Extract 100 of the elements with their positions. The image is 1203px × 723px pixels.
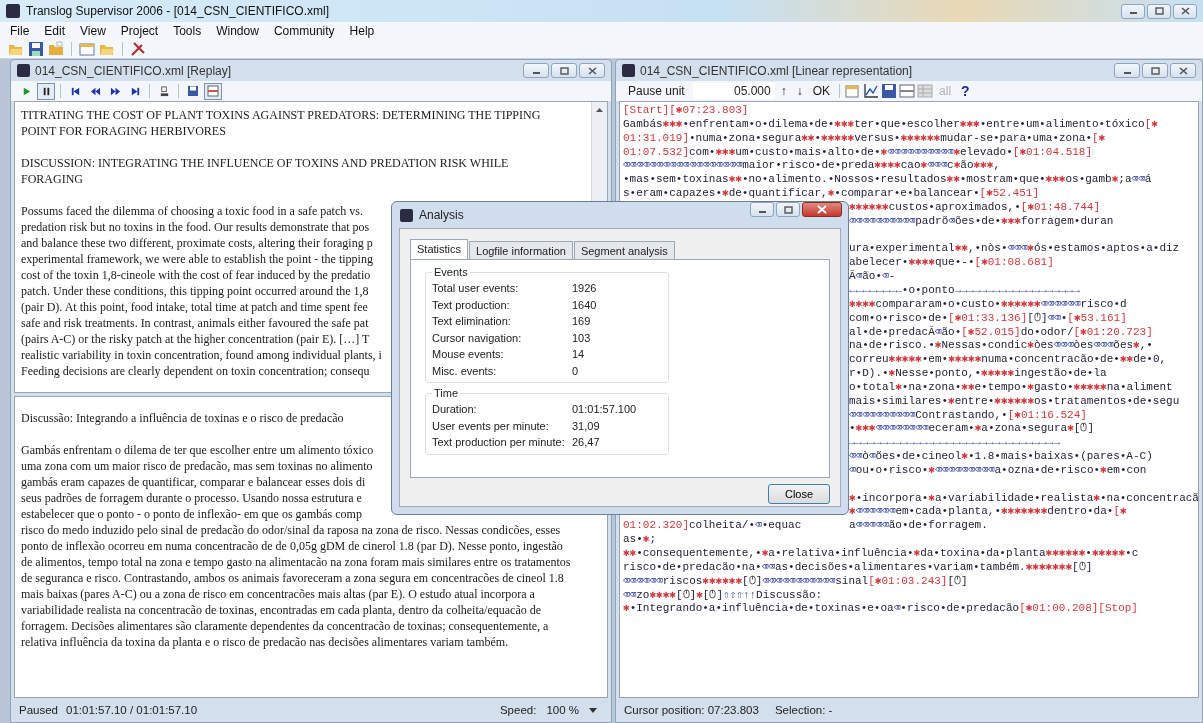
minimize-button[interactable] <box>1114 63 1140 78</box>
close-button[interactable]: Close <box>768 483 830 504</box>
stat-label: User events per minute: <box>432 419 550 432</box>
close-icon <box>1180 7 1190 15</box>
text-line: experimental framework, we were able to establish the point - the tipping <box>21 251 373 267</box>
app-logo-icon <box>622 64 635 77</box>
log-text: [ <box>1072 560 1079 573</box>
text-line: seus padrões de forragem durante o processo. Usando nossa estrutura e <box>21 490 362 506</box>
menu-item[interactable]: View <box>80 24 106 38</box>
maximize-button[interactable] <box>1147 3 1171 19</box>
maximize-icon <box>783 205 793 214</box>
log-line: ⌫ou•o•risco•✱⌫⌫⌫⌫⌫⌫⌫⌫⌫a•ozna•de•risco•✱em•con <box>849 463 1147 478</box>
log-line: correu✱✱✱✱✱•em•✱✱✱✱✱numa•concentracão•de•✱✱de•0, <box>849 353 1167 368</box>
maximize-icon <box>1150 66 1160 75</box>
close-icon <box>1178 66 1188 75</box>
log-text: ✱✱✱ <box>855 422 876 435</box>
text-line: relativa influência da toxina da planta e o risco de predacão nas decisões alimentares variam também. <box>21 634 509 650</box>
maximize-button[interactable] <box>776 202 800 217</box>
stat-value: 0 <box>572 364 579 377</box>
log-text: [✱01:33.136] <box>948 311 1028 324</box>
log-line: ←←←←←←←←•o•ponto→→→→→→→→→→→→→→→→→→→ <box>849 283 1081 298</box>
layout-button[interactable] <box>204 82 222 100</box>
log-text: eceram• <box>928 422 975 435</box>
menu-item[interactable]: Window <box>216 24 259 38</box>
log-text: [✱01:03.243] <box>868 574 948 587</box>
stat-value: 169 <box>572 315 591 328</box>
maximize-button[interactable] <box>551 63 577 78</box>
log-line: ✱✱✱✱compararam•o•custo•✱✱✱✱✱✱⌫⌫⌫⌫⌫⌫risco•d <box>849 297 1127 312</box>
help-button[interactable]: ? <box>957 83 974 99</box>
log-text: ✱✱✱✱ <box>649 588 676 601</box>
close-button[interactable] <box>802 202 842 217</box>
close-button[interactable] <box>1173 3 1197 19</box>
save-icon[interactable] <box>881 83 898 99</box>
log-line: na•de•risco.•✱Nessas•condic✱òes⌫⌫⌫òes⌫⌫⌫ões✱,• <box>849 339 1153 354</box>
menu-item[interactable]: Community <box>273 24 335 38</box>
skip-forward-icon <box>129 85 141 97</box>
toolbar-button[interactable]: ↑ <box>776 84 791 98</box>
mouse-icon <box>709 588 717 599</box>
log-line: Ã⌫ão•⌫- <box>849 270 896 284</box>
log-text: [✱53.161] <box>1067 311 1127 324</box>
text-line: risco do medo induzido pelo sinal de predacão do odor/sinal da raposa na zona de risco. Nessas condicões, esses <box>21 522 561 538</box>
stat-label: Text production per minute: <box>432 436 566 449</box>
log-text: ⌫⌫⌫⌫⌫⌫⌫⌫ <box>875 422 929 435</box>
log-text: risco•de•predacão•na• <box>623 560 762 573</box>
pause-unit-field[interactable]: 05.000 <box>692 83 775 99</box>
scroll-up-icon[interactable] <box>595 107 604 113</box>
menu-item[interactable]: File <box>10 24 30 38</box>
rewind-icon <box>89 85 101 97</box>
tab[interactable]: Statistics <box>410 239 468 260</box>
log-text: ⌫⌫⌫⌫⌫⌫⌫⌫⌫⌫⌫ <box>762 574 836 587</box>
log-line: [Start][✱07:23.803] <box>623 104 749 116</box>
text-line: ponto de inflexão ocorreu em numa concentracão de de 0,05g gDM de cinerol 1.8 (par D). Nesse ponto, ingestão <box>21 538 563 554</box>
log-line: ⌫⌫ò⌫ões•de•cineol✱•1.8•mais•baixas•(pares•A-C) <box>849 450 1153 464</box>
text-line: forragem. Decisões alimentares são claramente dependentes da concentracão de toxinas; consequentemente, a <box>21 618 549 634</box>
close-button[interactable] <box>579 63 605 78</box>
fast-forward-icon <box>109 85 121 97</box>
log-text: ] <box>1085 560 1093 573</box>
close-icon <box>817 205 827 214</box>
minimize-button[interactable] <box>750 202 774 217</box>
window-title: 014_CSN_CIENTIFICO.xml [Replay] <box>35 63 232 78</box>
stat-label: Text production: <box>432 298 511 311</box>
menu-item[interactable]: Project <box>120 24 159 38</box>
toolbar-button[interactable]: ↓ <box>792 84 807 98</box>
minimize-button[interactable] <box>523 63 549 78</box>
mouse-icon <box>748 574 756 585</box>
mouse-icon <box>1078 560 1086 571</box>
log-text: ] <box>716 588 723 601</box>
chart-icon[interactable] <box>863 83 880 99</box>
speed-dropdown[interactable]: 100 % <box>542 704 583 716</box>
log-line: 01:31.019]•numa•zona•segura✱✱•✱✱✱✱✱versus•✱✱✱✱✱✱mudar-se•para•uma•zona•[✱ <box>623 131 1106 144</box>
text-line: Gambás enfrentam o dilema de ter que escolher entre um alimento tóxico <box>21 442 374 458</box>
stat-label: Mouse events: <box>432 348 505 361</box>
log-line: →→→→→→→→→→→→→→→→→→→→→→→→→→→→→→→→ <box>849 436 1061 451</box>
layout-icon[interactable] <box>899 83 916 99</box>
caret-icon[interactable] <box>589 707 597 713</box>
menu-item[interactable]: Tools <box>173 24 202 38</box>
log-text: ✱✱✱✱✱✱ <box>702 574 743 587</box>
maximize-button[interactable] <box>1142 63 1168 78</box>
log-line: •mas•sem•toxinas✱✱•no•alimento.•Nossos•resultados✱✱•mostram•que•✱✱✱os•gamb✱;a⌫⌫á <box>623 173 1152 186</box>
minimize-button[interactable] <box>1121 3 1145 19</box>
layout-icon <box>207 85 219 97</box>
window-title: Translog Supervisor 2006 - [014_CSN_CIENTIFICO.xml] <box>26 4 329 18</box>
stat-value: 26,47 <box>572 436 600 449</box>
menu-item[interactable]: Help <box>349 24 375 38</box>
log-text: zo <box>636 588 650 601</box>
maximize-icon <box>1154 7 1164 15</box>
toolbar-button[interactable]: OK <box>808 84 835 98</box>
log-line: mais•similares•✱entre•✱✱✱✱✱✱os•tratamentos•de•segu <box>849 394 1180 409</box>
log-text: ] <box>1040 311 1048 324</box>
save-icon[interactable] <box>28 41 44 57</box>
mouse-icon <box>954 574 962 585</box>
pause-button[interactable] <box>37 82 55 100</box>
close-button[interactable] <box>1170 63 1196 78</box>
log-text: ⌫⌫ <box>761 560 775 573</box>
log-text: • <box>849 422 856 435</box>
log-text: ⌫⌫ <box>623 588 637 601</box>
stat-label: Text elimination: <box>432 315 512 328</box>
log-text: ✱ <box>696 588 703 601</box>
text-line: POINT FOR FORAGING HERBIVORES <box>21 123 226 139</box>
menu-item[interactable]: Edit <box>44 24 66 38</box>
